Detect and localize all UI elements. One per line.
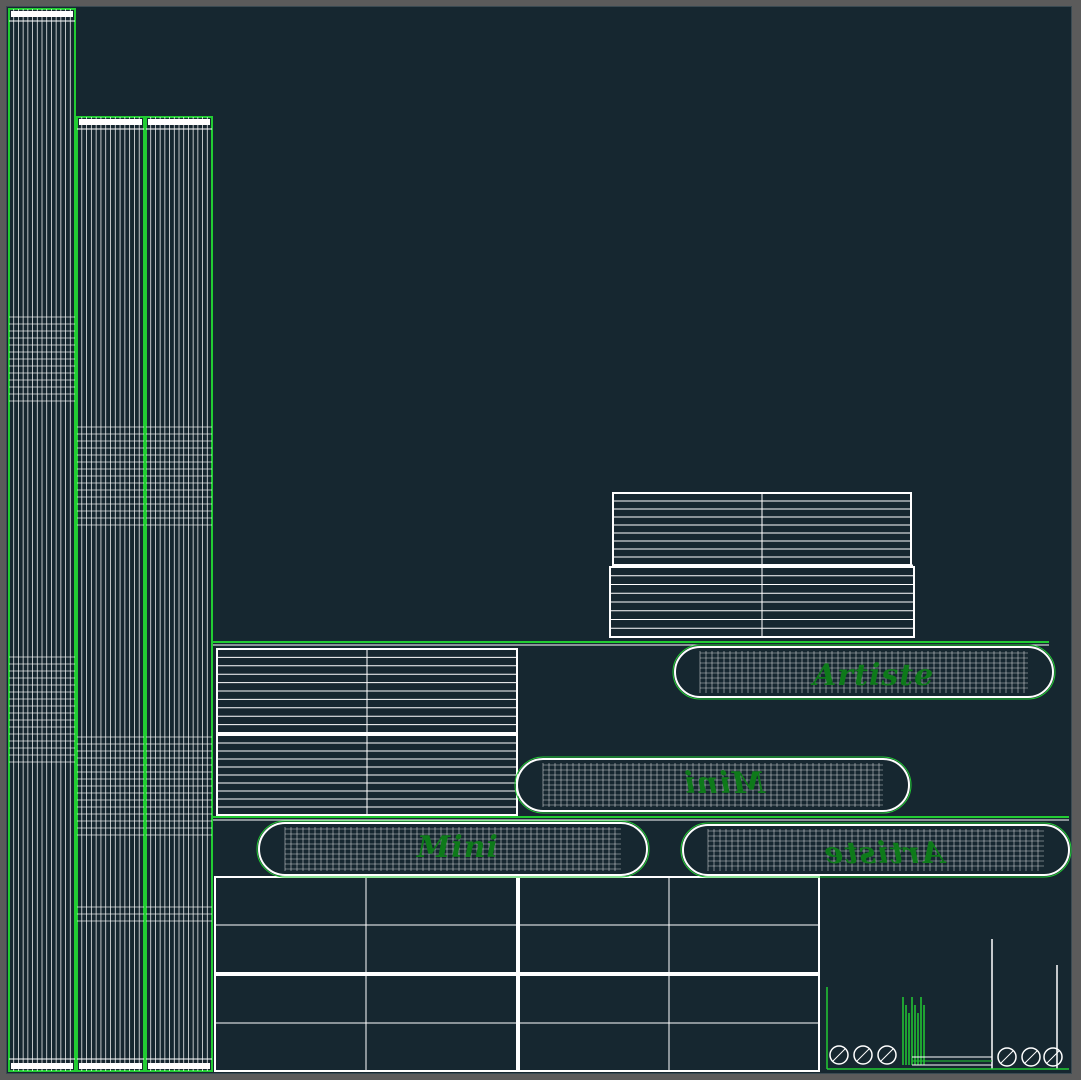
uv-layout-canvas[interactable]: Artiste Mini Mini Artiste: [6, 6, 1072, 1074]
uv-wireframe: [8, 8, 1072, 1072]
label-mini-bottom: Mini: [417, 830, 499, 865]
label-artiste-top: Artiste: [813, 658, 935, 693]
label-mini-mirrored: Mini: [683, 766, 765, 801]
label-artiste-mirrored: Artiste: [823, 836, 945, 871]
